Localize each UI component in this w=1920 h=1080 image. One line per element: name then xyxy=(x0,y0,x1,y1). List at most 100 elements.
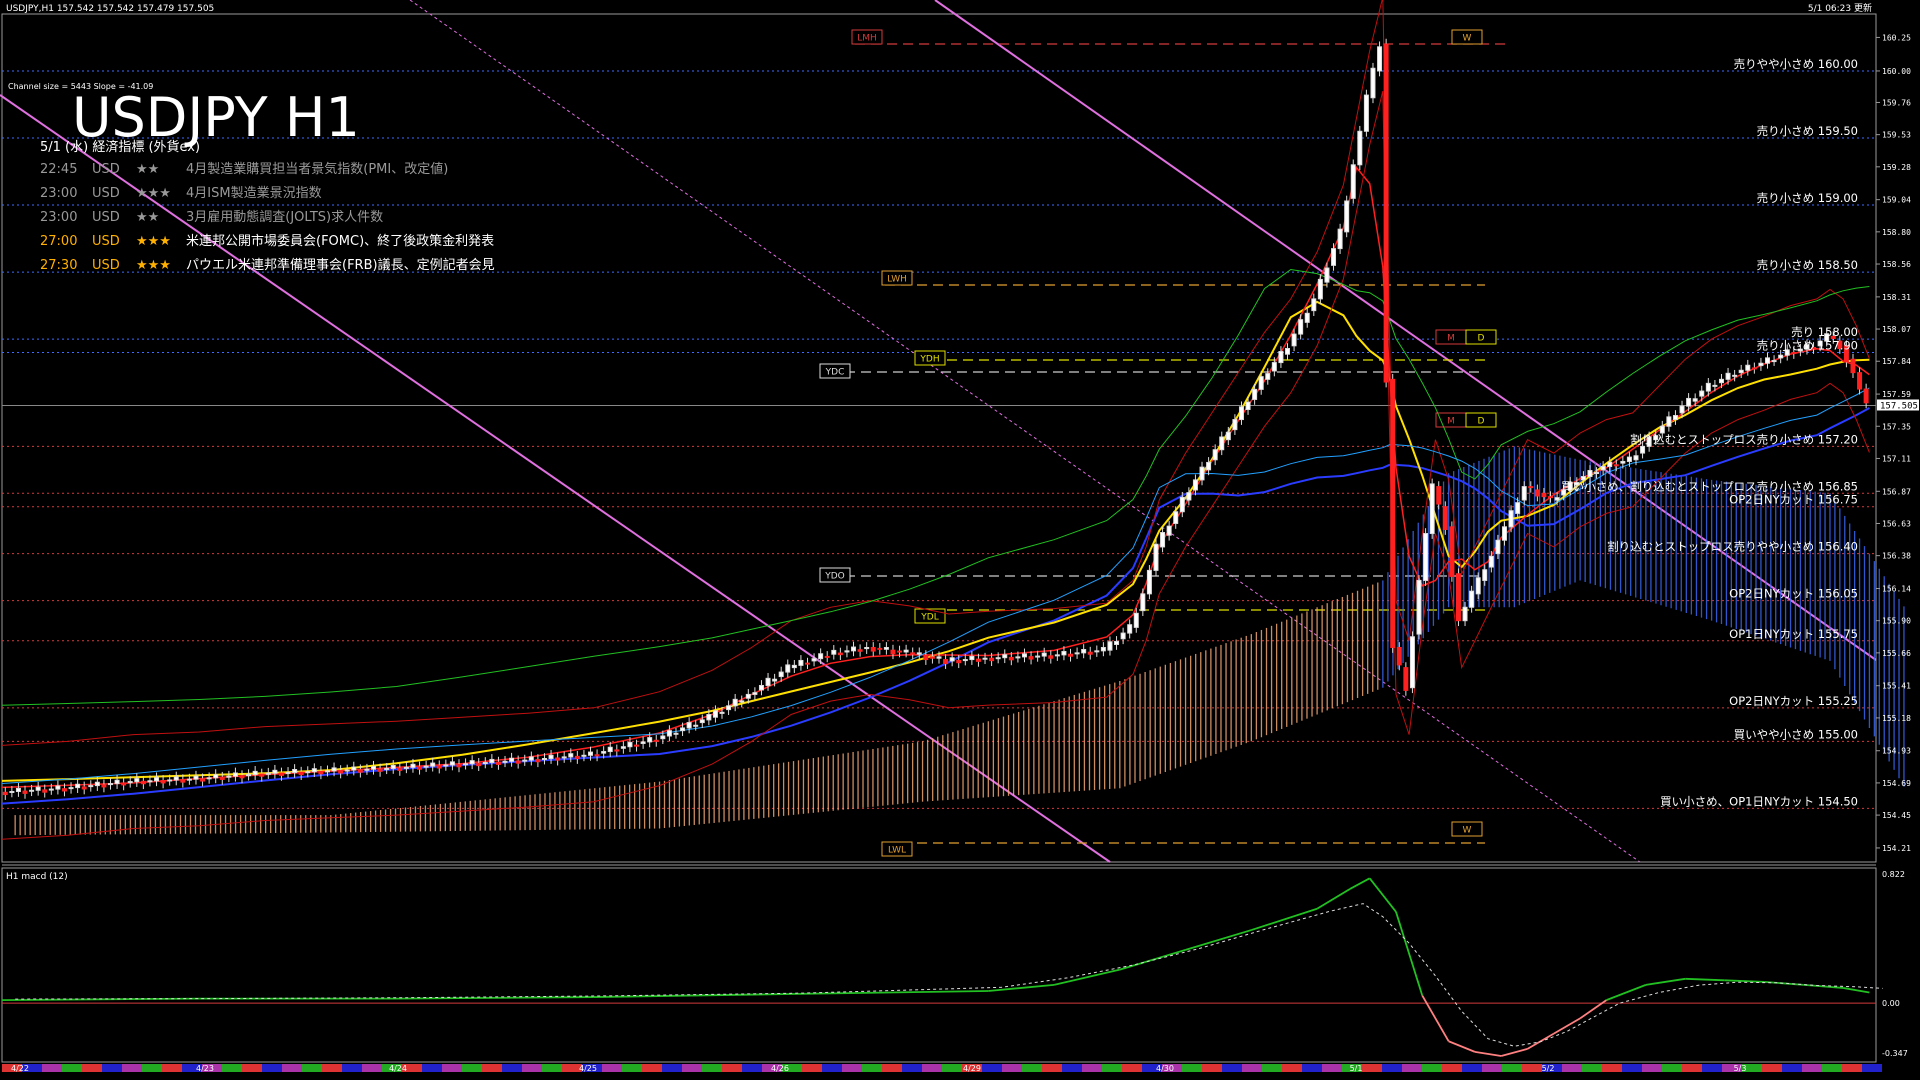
candle-body xyxy=(561,756,567,759)
time-tick-label: 5/3 xyxy=(1734,1064,1747,1073)
candle-body xyxy=(1100,646,1106,652)
candle-body xyxy=(1370,67,1376,99)
candle-body xyxy=(1745,364,1751,371)
candle-body xyxy=(1304,312,1310,323)
candle-body xyxy=(824,655,830,658)
candle-body xyxy=(1179,496,1185,513)
candle-body xyxy=(666,730,672,737)
candle-body xyxy=(1074,652,1080,655)
candle-body xyxy=(200,778,206,782)
candle-body xyxy=(377,768,383,772)
candle-body xyxy=(489,758,495,764)
event-name: 4月製造業購買担当者景気指数(PMI、改定値) xyxy=(186,161,448,177)
candle-body xyxy=(1344,200,1350,233)
ydc-marker: YDC xyxy=(819,363,851,379)
event-stars: ★★★ xyxy=(136,258,171,273)
candle-body xyxy=(936,656,942,659)
price-tick-label: 159.04 xyxy=(1882,196,1911,205)
level-label: 買い小さめ、OP1日NYカット 154.50 xyxy=(1660,794,1858,808)
session-bar xyxy=(662,1064,682,1072)
w-marker-label: W xyxy=(1463,34,1472,44)
candle-body xyxy=(1094,650,1100,653)
candle-body xyxy=(995,657,1001,660)
candle-body xyxy=(1068,653,1074,657)
candle-body xyxy=(1416,579,1422,635)
session-bar xyxy=(502,1064,522,1072)
candle-body xyxy=(1311,298,1317,312)
candle-body xyxy=(1015,656,1021,659)
event-name: 3月雇用動態調査(JOLTS)求人件数 xyxy=(186,209,383,225)
session-bar xyxy=(522,1064,542,1072)
w-marker: W xyxy=(1451,821,1483,837)
session-bar xyxy=(742,1064,762,1072)
session-bar xyxy=(822,1064,842,1072)
candle-body xyxy=(81,786,87,790)
session-bar xyxy=(302,1064,322,1072)
session-bar xyxy=(102,1064,122,1072)
event-currency: USD xyxy=(92,186,120,201)
session-bar xyxy=(1482,1064,1502,1072)
candle-body xyxy=(1548,496,1554,499)
candle-body xyxy=(1331,248,1337,266)
level-label: 買いやや小さめ 155.00 xyxy=(1734,727,1858,741)
candle-body xyxy=(331,767,337,772)
lmh-marker: LMH xyxy=(851,29,883,45)
candle-body xyxy=(193,775,199,780)
candle-body xyxy=(390,764,396,769)
candle-body xyxy=(1048,655,1054,659)
candle-body xyxy=(1153,543,1159,571)
candle-body xyxy=(9,790,15,793)
candle-body xyxy=(1751,367,1757,370)
session-bar xyxy=(322,1064,342,1072)
candle-body xyxy=(101,784,107,788)
time-tick-label: 4/29 xyxy=(963,1064,981,1073)
candle-body xyxy=(1679,405,1685,414)
candle-body xyxy=(745,693,751,699)
price-tick-label: 154.93 xyxy=(1882,747,1911,756)
candle-body xyxy=(1863,388,1869,404)
event-stars: ★★ xyxy=(136,210,159,225)
level-label: 売り小さめ 159.00 xyxy=(1757,191,1858,205)
candle-body xyxy=(1455,573,1461,622)
candle-body xyxy=(364,768,370,771)
lwh-marker: LWH xyxy=(881,270,913,286)
time-tick-label: 4/26 xyxy=(771,1064,789,1073)
candle-body xyxy=(614,749,620,752)
session-bar xyxy=(62,1064,82,1072)
candle-body xyxy=(1640,445,1646,454)
candle-body xyxy=(397,767,403,771)
events-heading: 5/1 (水) 経済指標 (外貨ex) xyxy=(40,139,200,155)
candle-body xyxy=(890,649,896,655)
session-bar xyxy=(1302,1064,1322,1072)
candle-body xyxy=(1199,466,1205,481)
candle-body xyxy=(272,769,278,774)
candle-body xyxy=(1232,419,1238,431)
session-bar xyxy=(1762,1064,1782,1072)
candle-body xyxy=(22,790,28,794)
candle-body xyxy=(1469,590,1475,608)
session-bar xyxy=(222,1064,242,1072)
candle-body xyxy=(1041,652,1047,657)
lwl-marker: LWL xyxy=(881,841,913,857)
price-tick-label: 154.45 xyxy=(1882,811,1911,820)
session-bar xyxy=(1382,1064,1402,1072)
candle-body xyxy=(1423,533,1429,581)
candle-body xyxy=(344,769,350,772)
session-bar xyxy=(122,1064,142,1072)
lwl-marker-label: LWL xyxy=(888,846,906,856)
candle-body xyxy=(1021,653,1027,658)
event-name: パウエル米連邦準備理事会(FRB)議長、定例記者会見 xyxy=(186,257,495,273)
candle-body xyxy=(1291,333,1297,347)
ydh-marker-label: YDH xyxy=(919,355,939,365)
candle-body xyxy=(680,727,686,732)
session-bar xyxy=(842,1064,862,1072)
candle-body xyxy=(384,767,390,770)
m-marker-label: M xyxy=(1447,417,1455,427)
candle-body xyxy=(107,783,113,786)
candle-body xyxy=(1771,360,1777,363)
candle-body xyxy=(699,719,705,724)
session-bar xyxy=(1642,1064,1662,1072)
event-currency: USD xyxy=(92,258,120,273)
candle-body xyxy=(232,772,238,777)
ydh-marker: YDH xyxy=(914,350,946,366)
